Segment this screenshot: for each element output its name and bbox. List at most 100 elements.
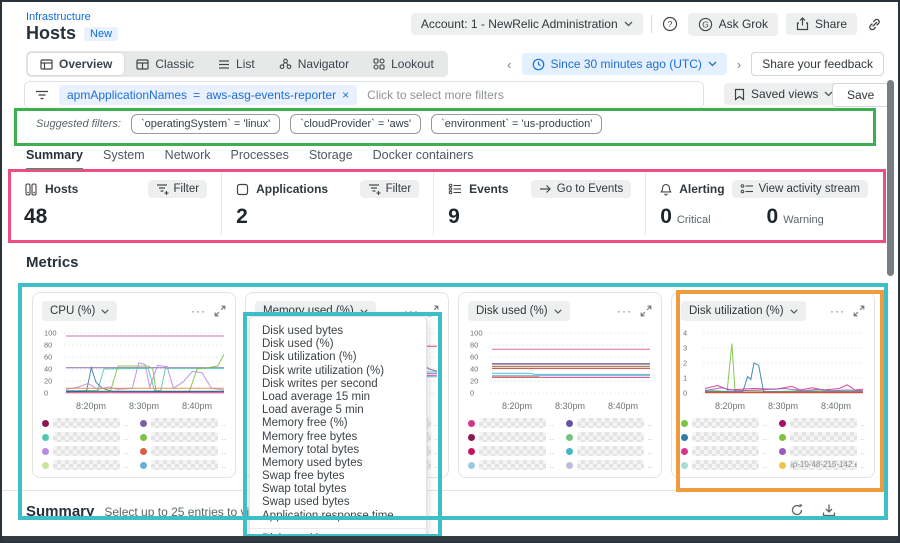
legend-item[interactable]: .. [779,446,865,456]
stat-action-button[interactable]: View activity stream [731,180,868,198]
stat-action-button[interactable]: Go to Events [530,180,632,198]
stat-action-button[interactable]: Filter [359,180,420,198]
svg-text:100: 100 [44,329,57,338]
legend-item[interactable]: .. [42,446,128,456]
tab-classic[interactable]: Classic [124,53,206,75]
scrollbar-track[interactable] [886,48,895,539]
saved-views-button[interactable]: Saved views [724,83,844,105]
ask-grok-button[interactable]: G Ask Grok [687,12,778,36]
remove-filter-icon[interactable]: × [342,88,349,102]
subtab-docker-containers[interactable]: Docker containers [373,148,474,171]
legend-item[interactable]: .. [681,418,767,428]
expand-icon[interactable] [640,305,652,317]
time-back-button[interactable]: ‹ [503,55,515,74]
time-range-picker[interactable]: Since 30 minutes ago (UTC) [521,53,727,75]
metric-selector-disk-used[interactable]: Disk used (%) [468,301,570,321]
dropdown-item-10[interactable]: Memory used bytes [250,457,426,470]
dropdown-divider [250,527,426,529]
feedback-button[interactable]: Share your feedback [751,52,884,76]
tab-list[interactable]: List [206,53,267,75]
dropdown-item-4[interactable]: Disk writes per second [250,378,426,391]
subtab-storage[interactable]: Storage [309,148,353,171]
legend-item[interactable]: .. [566,446,652,456]
stat-value-number: 48 [24,205,48,228]
legend-item[interactable]: .. [566,460,652,470]
more-options-button[interactable]: ··· [830,304,845,318]
legend-redacted-label [151,432,218,442]
time-forward-button[interactable]: › [733,55,745,74]
suggested-filter-chip-2[interactable]: `environment` = 'us-production' [431,114,603,134]
filter-input[interactable]: Click to select more filters [367,88,504,102]
suggested-filter-chip-0[interactable]: `operatingSystem` = 'linux' [131,114,281,134]
legend-item[interactable]: .. [566,432,652,442]
dropdown-item-12[interactable]: Swap total bytes [250,483,426,496]
dropdown-item-5[interactable]: Load average 15 min [250,391,426,404]
more-options-button[interactable]: ··· [617,304,632,318]
legend-item[interactable]: .. [42,460,128,470]
account-picker[interactable]: Account: 1 - NewRelic Administration [410,13,643,35]
legend-item[interactable]: .. [468,460,554,470]
tab-label: Navigator [297,57,350,71]
dropdown-item-8[interactable]: Memory free bytes [250,431,426,444]
subtab-processes[interactable]: Processes [231,148,289,171]
dropdown-item-1[interactable]: Disk used (%) [250,338,426,351]
legend-item[interactable]: .. [42,418,128,428]
suggested-filter-chip-1[interactable]: `cloudProvider` = 'aws' [290,114,422,134]
legend-item[interactable]: .. [681,432,767,442]
legend-item[interactable]: .. [140,418,226,428]
dropdown-item-2[interactable]: Disk utilization (%) [250,351,426,364]
legend-item[interactable]: ip-10-48-215-142.eu-..... [779,460,865,470]
download-icon[interactable] [822,503,836,517]
dropdown-item-7[interactable]: Memory free (%) [250,417,426,430]
dropdown-item-9[interactable]: Memory total bytes [250,444,426,457]
legend-item[interactable]: .. [468,432,554,442]
legend-item[interactable]: .. [468,418,554,428]
scrollbar-thumb[interactable] [887,80,894,276]
metric-selector-cpu[interactable]: CPU (%) [42,301,118,321]
legend-item[interactable]: .. [42,432,128,442]
help-button[interactable]: ? [660,12,680,36]
refresh-icon[interactable] [790,503,804,517]
subtab-system[interactable]: System [103,148,145,171]
legend-item[interactable]: .. [681,446,767,456]
x-tick-label: 8:40pm [181,401,212,411]
stat-head: Alerting View activity stream [660,180,868,198]
legend-item[interactable]: .. [779,418,865,428]
stat-label: Hosts [45,182,79,196]
copy-link-button[interactable] [865,13,884,36]
tab-overview[interactable]: Overview [28,53,125,75]
legend-item[interactable]: .. [681,460,767,470]
legend-item[interactable]: .. [140,446,226,456]
legend-redacted-label [479,460,546,470]
subtab-network[interactable]: Network [165,148,211,171]
dropdown-item-14[interactable]: Application response time [250,510,426,523]
expand-icon[interactable] [214,305,226,317]
filter-plus-icon [368,183,381,195]
legend-truncation-dots: .. [123,432,128,442]
subtab-summary[interactable]: Summary [26,148,83,171]
legend-item[interactable]: .. [779,432,865,442]
save-button[interactable]: Save [832,83,890,107]
dropdown-item-11[interactable]: Swap free bytes [250,470,426,483]
active-filter-chip[interactable]: apmApplicationNames = aws-asg-events-rep… [59,85,358,105]
stat-action-button[interactable]: Filter [147,180,208,198]
share-button[interactable]: Share [785,13,857,35]
expand-icon[interactable] [427,305,439,317]
filter-bar[interactable]: apmApplicationNames = aws-asg-events-rep… [24,81,704,109]
expand-icon[interactable] [853,305,865,317]
dropdown-item-3[interactable]: Disk write utilization (%) [250,365,426,378]
legend-item[interactable]: .. [140,460,226,470]
legend-item[interactable]: .. [566,418,652,428]
legend-item[interactable]: .. [140,432,226,442]
legend-item[interactable]: .. [468,446,554,456]
metric-selector-disk-utilization[interactable]: Disk utilization (%) [681,301,806,321]
breadcrumb[interactable]: Infrastructure [26,11,91,23]
tab-lookout[interactable]: Lookout [361,53,446,75]
more-options-button[interactable]: ··· [191,304,206,318]
dropdown-item-0[interactable]: Disk used bytes [250,325,426,338]
dropdown-item-13[interactable]: Swap used bytes [250,496,426,509]
legend-dot [681,433,688,441]
dropdown-item-6[interactable]: Load average 5 min [250,404,426,417]
legend-truncation-dots: .. [221,418,226,428]
tab-navigator[interactable]: Navigator [267,53,361,75]
